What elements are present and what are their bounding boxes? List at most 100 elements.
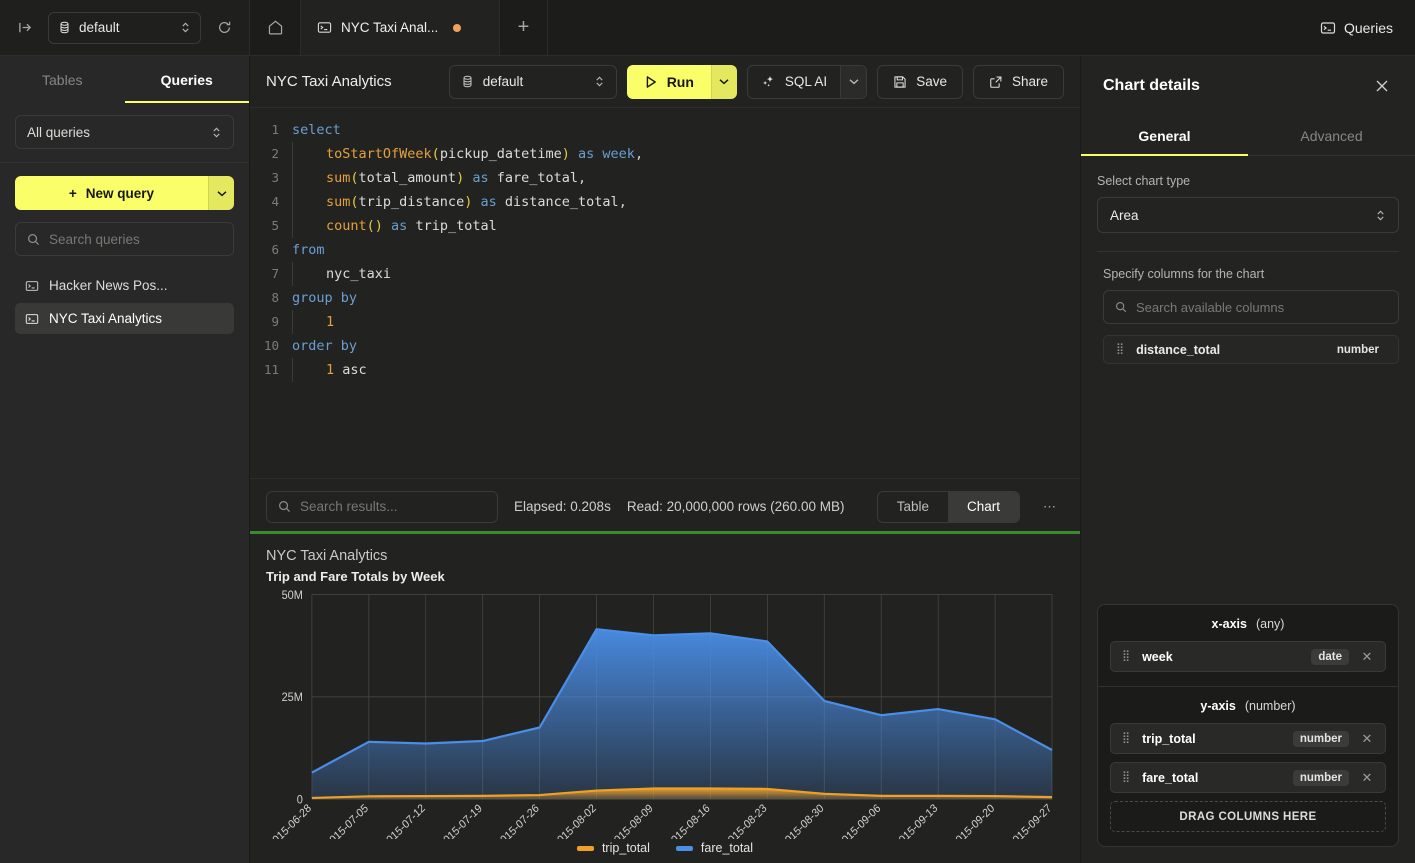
search-icon (1115, 301, 1127, 313)
sql-editor[interactable]: 1select2toStartOfWeek(pickup_datetime) a… (250, 108, 1080, 478)
code-text: count() as trip_total (326, 214, 497, 238)
run-button[interactable]: Run (627, 65, 737, 99)
sql-ai-main[interactable]: SQL AI (748, 66, 840, 98)
code-text: from (292, 238, 325, 262)
new-query-main[interactable]: + New query (15, 176, 208, 210)
query-filter-value: All queries (27, 125, 211, 140)
drag-handle-icon[interactable]: ⣿ (1116, 346, 1125, 353)
play-icon (644, 75, 658, 89)
y-axis-column-name: fare_total (1142, 771, 1282, 785)
run-button-main[interactable]: Run (627, 65, 711, 99)
panel-collapse-icon[interactable] (12, 15, 38, 41)
x-axis-tick-label: 2015-07-26 (494, 802, 541, 839)
y-axis-column-fare-total[interactable]: ⣿ fare_total number ✕ (1110, 762, 1386, 793)
sparkle-icon (761, 74, 776, 89)
remove-y-axis-column-icon[interactable]: ✕ (1360, 770, 1374, 786)
sql-ai-button[interactable]: SQL AI (747, 65, 867, 99)
sql-code[interactable]: 1select2toStartOfWeek(pickup_datetime) a… (250, 118, 1080, 382)
query-search-box[interactable] (15, 222, 234, 256)
view-toggle-chart[interactable]: Chart (948, 492, 1019, 522)
new-query-button[interactable]: + New query (15, 176, 234, 210)
tab-advanced[interactable]: Advanced (1248, 116, 1415, 155)
chart-title: NYC Taxi Analytics (266, 548, 1064, 564)
indent-guide (292, 142, 326, 166)
view-toggle-table[interactable]: Table (878, 492, 948, 522)
line-number: 7 (250, 262, 290, 286)
new-tab-button[interactable]: + (500, 0, 548, 55)
drag-handle-icon[interactable]: ⣿ (1122, 653, 1131, 660)
legend-item-trip-total[interactable]: trip_total (577, 841, 650, 855)
sidebar-content: + New query (0, 163, 249, 334)
column-search-box[interactable] (1103, 290, 1399, 324)
line-number: 3 (250, 166, 290, 190)
terminal-icon (1320, 20, 1336, 36)
results-more-options-icon[interactable]: ⋯ (1036, 491, 1064, 523)
query-filter-select[interactable]: All queries (15, 115, 234, 149)
remove-y-axis-column-icon[interactable]: ✕ (1360, 731, 1374, 747)
indent-guide (292, 166, 326, 190)
saved-query-nyc-taxi-analytics[interactable]: NYC Taxi Analytics (15, 303, 234, 334)
y-axis-tick-label: 25M (282, 692, 303, 705)
results-toolbar: Elapsed: 0.208s Read: 20,000,000 rows (2… (250, 478, 1080, 534)
indent-guide (292, 358, 326, 382)
indent-guide (292, 190, 326, 214)
query-search-input[interactable] (49, 232, 226, 247)
code-line: 111 asc (250, 358, 1080, 382)
column-dropzone[interactable]: DRAG COLUMNS HERE (1110, 801, 1386, 832)
unsaved-indicator-dot (453, 24, 461, 32)
chart-type-select[interactable]: Area (1097, 197, 1399, 233)
x-axis-tick-label: 2015-09-06 (836, 802, 883, 839)
save-button-label: Save (916, 74, 947, 89)
saved-query-hacker-news-posts[interactable]: Hacker News Pos... (15, 270, 234, 301)
available-column-distance-total[interactable]: ⣿ distance_total number (1103, 335, 1399, 364)
drag-handle-icon[interactable]: ⣿ (1122, 774, 1131, 781)
x-axis-column-name: week (1142, 650, 1300, 664)
code-text: order by (292, 334, 357, 358)
new-query-dropdown-caret[interactable] (208, 176, 234, 210)
save-button[interactable]: Save (877, 65, 963, 99)
chevron-updown-icon (211, 126, 222, 139)
chart-details-tabs: General Advanced (1081, 116, 1415, 156)
database-selector[interactable]: default (48, 12, 201, 44)
legend-label-fare-total: fare_total (701, 841, 753, 855)
chevron-updown-icon (180, 21, 191, 34)
queries-button[interactable]: Queries (1298, 0, 1415, 55)
code-line: 1select (250, 118, 1080, 142)
x-axis-tick-label: 2015-08-09 (608, 802, 655, 839)
query-workspace: NYC Taxi Analytics default (250, 56, 1080, 863)
code-line: 5count() as trip_total (250, 214, 1080, 238)
drag-handle-icon[interactable]: ⣿ (1122, 735, 1131, 742)
results-search-box[interactable] (266, 491, 498, 523)
plus-icon: + (69, 186, 77, 201)
chart-svg: 025M50M2015-06-282015-07-052015-07-12201… (266, 590, 1064, 839)
tab-general[interactable]: General (1081, 116, 1248, 155)
main-body: Tables Queries All queries + (0, 56, 1415, 863)
share-button[interactable]: Share (973, 65, 1064, 99)
chart-area-fare_total (312, 629, 1052, 799)
sql-ai-dropdown-caret[interactable] (840, 66, 866, 98)
query-database-selector[interactable]: default (449, 65, 617, 99)
y-axis-column-trip-total[interactable]: ⣿ trip_total number ✕ (1110, 723, 1386, 754)
chart-type-label: Select chart type (1097, 174, 1399, 188)
run-dropdown-caret[interactable] (711, 65, 737, 99)
column-search-input[interactable] (1136, 300, 1387, 315)
remove-x-axis-column-icon[interactable]: ✕ (1360, 649, 1374, 665)
x-axis-column-week[interactable]: ⣿ week date ✕ (1110, 641, 1386, 672)
line-number: 2 (250, 142, 290, 166)
x-axis-tick-label: 2015-08-16 (665, 802, 712, 839)
axis-config: x-axis (any) ⣿ week date ✕ y-axis (1097, 604, 1399, 847)
chart-legend: trip_total fare_total (266, 839, 1064, 855)
sidebar-tab-queries[interactable]: Queries (125, 56, 250, 103)
terminal-icon (25, 279, 39, 293)
query-tab-label: NYC Taxi Anal... (341, 20, 438, 35)
terminal-icon (317, 20, 332, 35)
query-tab-nyc-taxi-analytics[interactable]: NYC Taxi Anal... (300, 0, 500, 55)
line-number: 9 (250, 310, 290, 334)
sidebar-tab-tables[interactable]: Tables (0, 56, 125, 103)
code-line: 6from (250, 238, 1080, 262)
refresh-icon[interactable] (211, 15, 237, 41)
results-search-input[interactable] (300, 499, 486, 514)
close-icon[interactable] (1371, 75, 1393, 97)
home-icon[interactable] (250, 0, 300, 55)
legend-item-fare-total[interactable]: fare_total (676, 841, 753, 855)
